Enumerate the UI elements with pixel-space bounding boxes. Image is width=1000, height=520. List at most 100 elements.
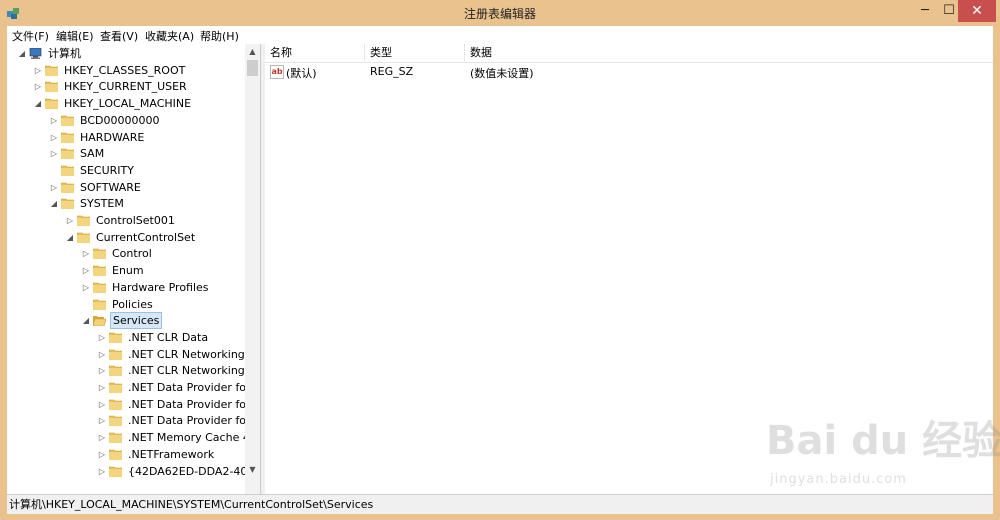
expand-arrow-icon[interactable]: ▷ bbox=[97, 397, 107, 413]
tree-node-label[interactable]: Enum bbox=[110, 263, 146, 279]
menu-edit[interactable]: 编辑(E) bbox=[56, 28, 94, 44]
tree-node-label[interactable]: HARDWARE bbox=[78, 130, 146, 146]
tree-scrollbar[interactable]: ▲ ▼ bbox=[245, 44, 260, 494]
expand-arrow-icon[interactable]: ▷ bbox=[33, 63, 43, 79]
tree-node-label[interactable]: CurrentControlSet bbox=[94, 230, 197, 246]
scroll-down-icon[interactable]: ▼ bbox=[245, 462, 260, 478]
column-header-type[interactable]: 类型 bbox=[365, 44, 465, 61]
column-header-name[interactable]: 名称 bbox=[265, 44, 365, 61]
expand-arrow-icon[interactable]: ▷ bbox=[97, 413, 107, 429]
folder-icon bbox=[108, 349, 123, 360]
folder-icon bbox=[92, 282, 107, 294]
expand-arrow-icon[interactable]: ▷ bbox=[49, 130, 59, 146]
close-button[interactable]: ✕ bbox=[958, 0, 996, 22]
tree-node-label[interactable]: .NET CLR Networking 4.0 bbox=[126, 363, 260, 379]
folder-open-icon bbox=[92, 315, 107, 327]
tree-node-label[interactable]: Policies bbox=[110, 297, 155, 313]
header-divider bbox=[265, 62, 993, 63]
expand-arrow-icon[interactable]: ▷ bbox=[97, 464, 107, 480]
expand-arrow-icon[interactable]: ▷ bbox=[65, 213, 75, 229]
scroll-thumb[interactable] bbox=[247, 60, 258, 76]
folder-icon bbox=[76, 215, 91, 227]
client-area: ◢ 计算机 ▷ HKEY_CLASSES_ROOT ▷ HKEY_CURRENT_USER… bbox=[7, 44, 993, 494]
tree-node-label[interactable]: SOFTWARE bbox=[78, 180, 143, 196]
menu-view[interactable]: 查看(V) bbox=[100, 28, 138, 44]
folder-icon bbox=[108, 365, 123, 377]
folder-icon bbox=[108, 332, 123, 344]
value-name[interactable]: (默认) bbox=[286, 65, 317, 81]
folder-icon bbox=[44, 98, 59, 110]
expand-arrow-icon[interactable]: ▷ bbox=[97, 430, 107, 446]
folder-icon bbox=[60, 182, 75, 193]
tree-node-label[interactable]: HKEY_CLASSES_ROOT bbox=[62, 63, 187, 79]
tree-node-label[interactable]: Control bbox=[110, 246, 154, 262]
collapse-arrow-icon[interactable]: ◢ bbox=[65, 230, 75, 246]
folder-icon bbox=[60, 132, 75, 143]
folder-icon bbox=[60, 148, 75, 160]
folder-icon bbox=[60, 165, 75, 177]
folder-icon bbox=[108, 466, 123, 477]
tree-node-label[interactable]: {42DA62ED-DDA2-4062-8 bbox=[126, 464, 260, 480]
folder-icon bbox=[92, 299, 107, 310]
title-bar[interactable]: 注册表编辑器 ─ ☐ ✕ bbox=[0, 0, 1000, 26]
expand-arrow-icon[interactable]: ▷ bbox=[97, 363, 107, 379]
expand-arrow-icon[interactable]: ▷ bbox=[97, 380, 107, 396]
expand-arrow-icon[interactable]: ▷ bbox=[81, 280, 91, 296]
folder-icon bbox=[60, 115, 75, 127]
collapse-arrow-icon[interactable]: ◢ bbox=[17, 46, 27, 62]
tree-node-label[interactable]: .NET Memory Cache 4.0 bbox=[126, 430, 260, 446]
folder-icon bbox=[108, 449, 123, 461]
tree-node-label[interactable]: ControlSet001 bbox=[94, 213, 177, 229]
folder-icon bbox=[108, 382, 123, 394]
tree-node-label[interactable]: .NET Data Provider for Sc bbox=[126, 413, 260, 429]
collapse-arrow-icon[interactable]: ◢ bbox=[33, 96, 43, 112]
window-title: 注册表编辑器 bbox=[463, 7, 536, 21]
computer-icon bbox=[29, 47, 42, 59]
folder-icon bbox=[44, 81, 59, 93]
tree-node-label[interactable]: SYSTEM bbox=[78, 196, 126, 212]
scroll-up-icon[interactable]: ▲ bbox=[245, 44, 260, 60]
folder-icon bbox=[44, 65, 59, 76]
tree-node-label[interactable]: HKEY_LOCAL_MACHINE bbox=[62, 96, 193, 112]
tree-node-label[interactable]: .NET Data Provider for O bbox=[126, 397, 260, 413]
regedit-window: 注册表编辑器 ─ ☐ ✕ 文件(F) 编辑(E) 查看(V) 收藏夹(A) 帮助… bbox=[0, 0, 1000, 520]
tree-node-label[interactable]: Hardware Profiles bbox=[110, 280, 211, 296]
menu-help[interactable]: 帮助(H) bbox=[200, 28, 239, 44]
tree-node-label[interactable]: 计算机 bbox=[46, 46, 83, 62]
tree-node-label[interactable]: .NET CLR Data bbox=[126, 330, 210, 346]
tree-node-label[interactable]: SECURITY bbox=[78, 163, 136, 179]
folder-icon bbox=[76, 232, 91, 243]
menu-file[interactable]: 文件(F) bbox=[12, 28, 49, 44]
expand-arrow-icon[interactable]: ▷ bbox=[33, 79, 43, 95]
folder-icon bbox=[108, 432, 123, 444]
tree-node-label[interactable]: .NET Data Provider for M bbox=[126, 380, 260, 396]
expand-arrow-icon[interactable]: ▷ bbox=[81, 246, 91, 262]
expand-arrow-icon[interactable]: ▷ bbox=[49, 113, 59, 129]
collapse-arrow-icon[interactable]: ◢ bbox=[49, 196, 59, 212]
expand-arrow-icon[interactable]: ▷ bbox=[97, 347, 107, 363]
menu-favorites[interactable]: 收藏夹(A) bbox=[145, 28, 194, 44]
folder-icon bbox=[92, 265, 107, 277]
expand-arrow-icon[interactable]: ▷ bbox=[97, 447, 107, 463]
tree-node-label[interactable]: HKEY_CURRENT_USER bbox=[62, 79, 189, 95]
minimize-button[interactable]: ─ bbox=[912, 0, 938, 22]
value-type: REG_SZ bbox=[370, 65, 414, 78]
value-data: (数值未设置) bbox=[470, 67, 534, 80]
folder-icon bbox=[92, 248, 107, 260]
tree-node-label[interactable]: SAM bbox=[78, 146, 106, 162]
tree-node-label[interactable]: .NET CLR Networking bbox=[126, 347, 247, 363]
folder-icon bbox=[108, 399, 123, 410]
tree-node-label[interactable]: Services bbox=[110, 312, 163, 330]
tree-node-label[interactable]: .NETFramework bbox=[126, 447, 216, 463]
tree-node-label[interactable]: BCD00000000 bbox=[78, 113, 162, 129]
expand-arrow-icon[interactable]: ▷ bbox=[97, 330, 107, 346]
maximize-button[interactable]: ☐ bbox=[938, 0, 960, 22]
status-bar: 计算机\HKEY_LOCAL_MACHINE\SYSTEM\CurrentCon… bbox=[7, 494, 993, 514]
values-list[interactable]: 名称 类型 数据 ab (默认) REG_SZ (数值未设置) bbox=[265, 44, 993, 494]
expand-arrow-icon[interactable]: ▷ bbox=[49, 146, 59, 162]
registry-tree[interactable]: ◢ 计算机 ▷ HKEY_CLASSES_ROOT ▷ HKEY_CURRENT_USER… bbox=[7, 44, 261, 494]
column-header-data[interactable]: 数据 bbox=[465, 44, 993, 61]
expand-arrow-icon[interactable]: ▷ bbox=[81, 263, 91, 279]
collapse-arrow-icon[interactable]: ◢ bbox=[81, 313, 91, 329]
expand-arrow-icon[interactable]: ▷ bbox=[49, 180, 59, 196]
